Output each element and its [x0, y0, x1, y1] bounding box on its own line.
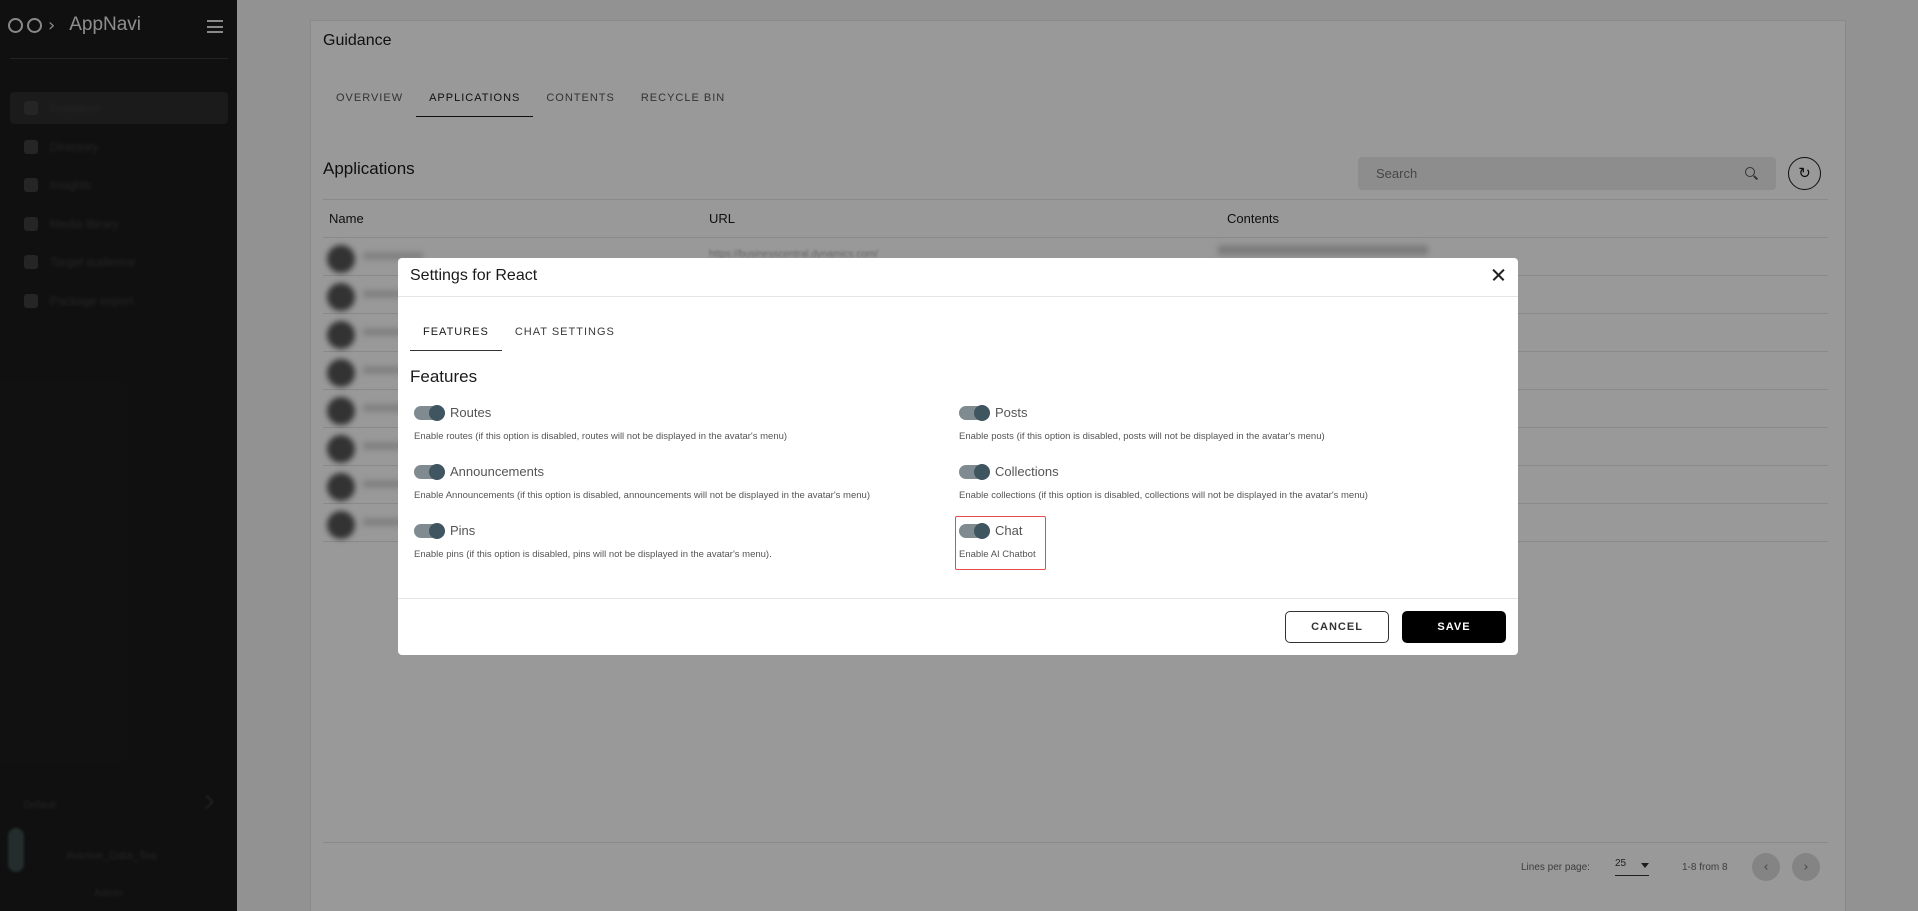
modal-title: Settings for React: [410, 267, 538, 284]
collections-toggle[interactable]: [959, 464, 990, 480]
modal-divider: [398, 598, 1518, 599]
features-title: Features: [410, 367, 478, 386]
feature-description: Enable collections (if this option is di…: [959, 490, 1368, 501]
close-icon[interactable]: [1490, 266, 1508, 284]
feature-label: Collections: [995, 464, 1059, 479]
announcements-toggle[interactable]: [414, 464, 445, 480]
toggle-knob: [429, 523, 445, 539]
cancel-button[interactable]: CANCEL: [1285, 611, 1389, 643]
feature-description: Enable posts (if this option is disabled…: [959, 431, 1325, 442]
toggle-knob: [974, 405, 990, 421]
save-button[interactable]: SAVE: [1402, 611, 1506, 643]
feature-description: Enable pins (if this option is disabled,…: [414, 549, 772, 560]
chat-highlight-box: [955, 516, 1046, 570]
settings-modal: Settings for React FEATURES CHAT SETTING…: [398, 258, 1518, 655]
posts-toggle[interactable]: [959, 405, 990, 421]
toggle-knob: [429, 464, 445, 480]
feature-label: Posts: [995, 405, 1028, 420]
toggle-knob: [429, 405, 445, 421]
toggle-knob: [974, 464, 990, 480]
pins-toggle[interactable]: [414, 523, 445, 539]
feature-label: Pins: [450, 523, 476, 538]
modal-tabs: FEATURES CHAT SETTINGS: [410, 322, 628, 351]
routes-toggle[interactable]: [414, 405, 445, 421]
tab-chat-settings[interactable]: CHAT SETTINGS: [502, 322, 628, 351]
feature-description: Enable routes (if this option is disable…: [414, 431, 788, 442]
modal-divider: [398, 296, 1518, 297]
feature-description: Enable Announcements (if this option is …: [414, 490, 870, 501]
tab-features[interactable]: FEATURES: [410, 322, 502, 351]
feature-label: Announcements: [450, 464, 544, 479]
feature-label: Routes: [450, 405, 492, 420]
